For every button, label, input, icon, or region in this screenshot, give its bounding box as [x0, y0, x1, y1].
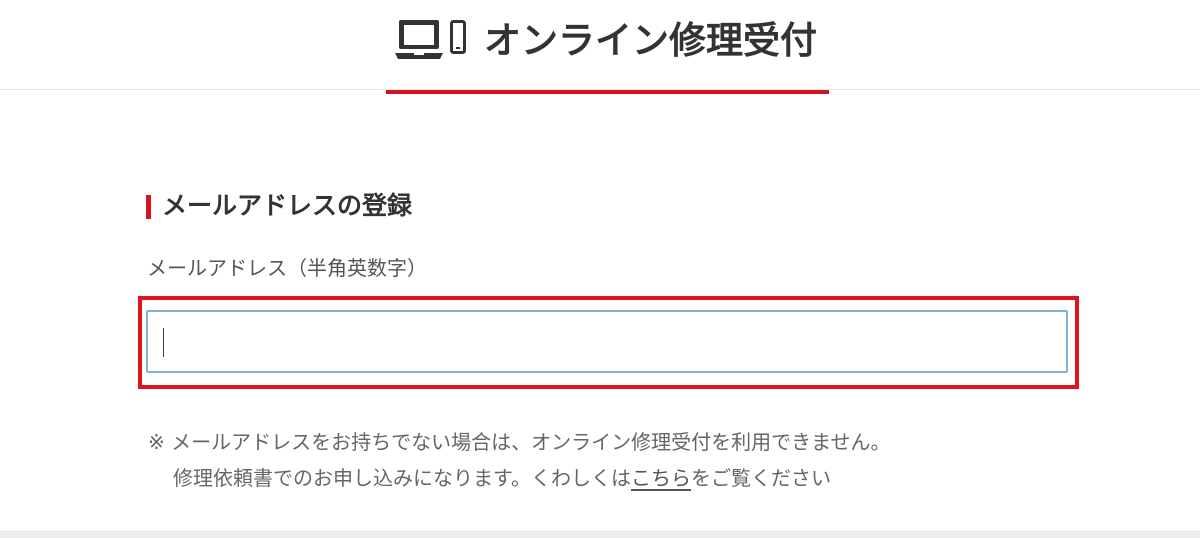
email-field-label: メールアドレス（半角英数字）: [147, 256, 427, 280]
laptop-icon: [395, 20, 443, 59]
repair-form-note-suffix: をご覧ください: [691, 466, 831, 490]
smartphone-icon: [450, 20, 466, 54]
bottom-divider: [0, 531, 1200, 538]
details-link[interactable]: こちら: [631, 466, 691, 490]
text-cursor: [163, 328, 164, 357]
repair-form-note-prefix: 修理依頼書でのお申し込みになります。くわしくは: [173, 466, 631, 490]
page-title: オンライン修理受付: [484, 19, 817, 62]
email-required-note: ※ メールアドレスをお持ちでない場合は、オンライン修理受付を利用できません。: [148, 430, 891, 454]
header-title-area: オンライン修理受付: [386, 0, 829, 94]
repair-form-note: 修理依頼書でのお申し込みになります。くわしくはこちらをご覧ください: [173, 464, 831, 492]
section-heading: メールアドレスの登録: [146, 190, 412, 222]
email-input[interactable]: [146, 310, 1068, 373]
page-header: オンライン修理受付: [0, 0, 1200, 94]
page: オンライン修理受付 メールアドレスの登録 メールアドレス（半角英数字） ※ メー…: [0, 0, 1200, 538]
